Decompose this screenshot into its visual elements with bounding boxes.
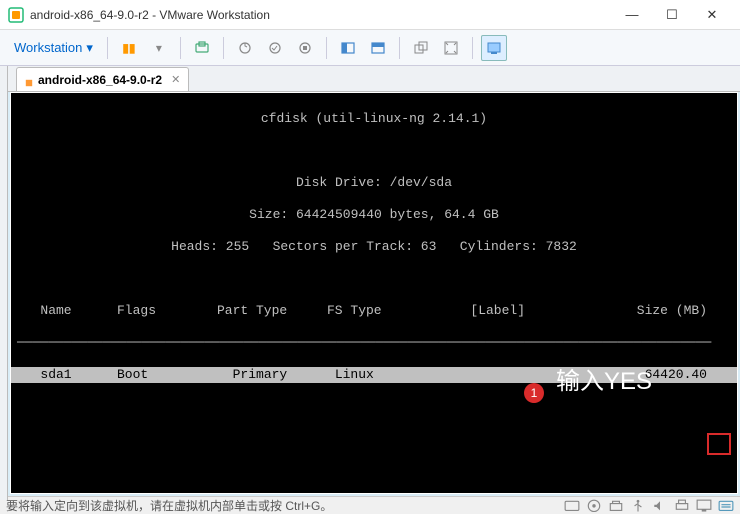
vm-tab-icon bbox=[25, 76, 33, 84]
toolbar-separator bbox=[399, 37, 400, 59]
annotation-badge: 1 bbox=[524, 383, 544, 403]
send-ctrlaltdel-button[interactable] bbox=[189, 35, 215, 61]
vm-tab[interactable]: android-x86_64-9.0-r2 ✕ bbox=[16, 67, 189, 91]
device-sound-icon[interactable] bbox=[652, 499, 668, 513]
disk-geometry-line: Heads: 255 Sectors per Track: 63 Cylinde… bbox=[11, 239, 737, 255]
device-net-icon[interactable] bbox=[608, 499, 624, 513]
pause-button[interactable]: ▮▮ bbox=[116, 35, 142, 61]
toolbar-separator bbox=[107, 37, 108, 59]
device-hdd-icon[interactable] bbox=[564, 499, 580, 513]
disk-size-line: Size: 64424509440 bytes, 64.4 GB bbox=[11, 207, 737, 223]
annotation-text: 输入YES bbox=[556, 374, 652, 390]
vm-tabbar: android-x86_64-9.0-r2 ✕ bbox=[0, 66, 740, 92]
fit-guest-button[interactable] bbox=[335, 35, 361, 61]
console-view-button[interactable] bbox=[481, 35, 507, 61]
app-icon bbox=[8, 7, 24, 23]
window-title: android-x86_64-9.0-r2 - VMware Workstati… bbox=[30, 8, 612, 22]
tab-close-icon[interactable]: ✕ bbox=[171, 73, 180, 86]
device-display-icon[interactable] bbox=[696, 499, 712, 513]
cfdisk-title: cfdisk (util-linux-ng 2.14.1) bbox=[11, 111, 737, 127]
revert-snapshot-button[interactable] bbox=[262, 35, 288, 61]
disk-drive-line: Disk Drive: /dev/sda bbox=[11, 175, 737, 191]
main-toolbar: Workstation ▾ ▮▮ ▾ bbox=[0, 30, 740, 66]
dropdown-icon: ▾ bbox=[86, 40, 93, 56]
left-sidebar-edge[interactable] bbox=[0, 66, 8, 500]
power-dropdown[interactable]: ▾ bbox=[146, 35, 172, 61]
vm-console[interactable]: cfdisk (util-linux-ng 2.14.1) Disk Drive… bbox=[11, 93, 737, 493]
device-printer-icon[interactable] bbox=[674, 499, 690, 513]
partition-header: NameFlagsPart TypeFS Type [Label]Size (M… bbox=[11, 303, 737, 319]
fullscreen-button[interactable] bbox=[438, 35, 464, 61]
unity-button[interactable] bbox=[408, 35, 434, 61]
workstation-menu[interactable]: Workstation ▾ bbox=[8, 36, 99, 60]
toolbar-separator bbox=[223, 37, 224, 59]
toolbar-separator bbox=[472, 37, 473, 59]
fit-window-button[interactable] bbox=[365, 35, 391, 61]
minimize-button[interactable]: — bbox=[612, 0, 652, 30]
close-button[interactable]: ✕ bbox=[692, 0, 732, 30]
maximize-button[interactable]: ☐ bbox=[652, 0, 692, 30]
statusbar-hint: 要将输入定向到该虚拟机，请在虚拟机内部单击或按 Ctrl+G。 bbox=[6, 497, 332, 514]
toolbar-separator bbox=[180, 37, 181, 59]
vm-statusbar: 要将输入定向到该虚拟机，请在虚拟机内部单击或按 Ctrl+G。 bbox=[0, 496, 740, 514]
toolbar-separator bbox=[326, 37, 327, 59]
vm-tab-label: android-x86_64-9.0-r2 bbox=[38, 73, 162, 87]
message-log-icon[interactable] bbox=[718, 499, 734, 513]
window-titlebar: android-x86_64-9.0-r2 - VMware Workstati… bbox=[0, 0, 740, 30]
partition-rule: ────────────────────────────────────────… bbox=[11, 335, 737, 351]
device-usb-icon[interactable] bbox=[630, 499, 646, 513]
annotation-highlight-box bbox=[707, 433, 731, 455]
snapshot-button[interactable] bbox=[232, 35, 258, 61]
workstation-menu-label: Workstation bbox=[14, 40, 82, 55]
device-cd-icon[interactable] bbox=[586, 499, 602, 513]
manage-snapshot-button[interactable] bbox=[292, 35, 318, 61]
